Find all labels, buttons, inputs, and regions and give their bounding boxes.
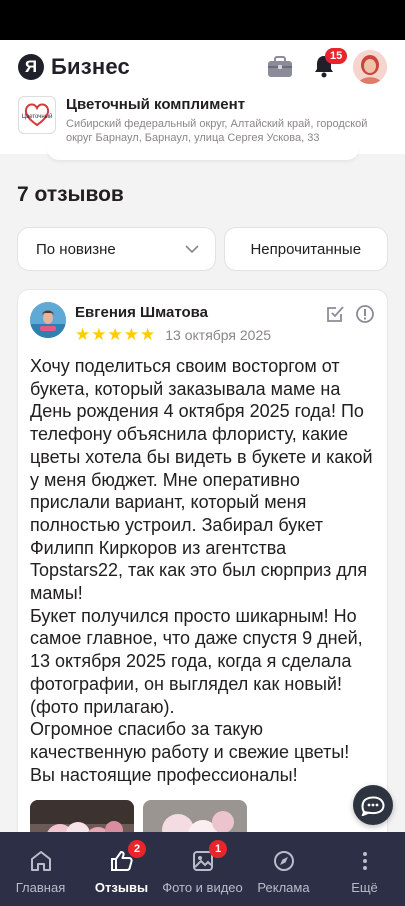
star-icon: ★ xyxy=(75,325,91,344)
compass-icon xyxy=(273,851,294,871)
review-card: Евгения Шматова ★ ★ ★ ★ ★ 13 октября 202… xyxy=(17,289,388,849)
home-icon xyxy=(30,851,51,871)
mark-read-icon[interactable] xyxy=(325,304,345,324)
unread-label: Непрочитанные xyxy=(250,240,362,258)
tab-advertising[interactable]: Реклама xyxy=(243,832,324,906)
tab-label: Реклама xyxy=(257,880,310,895)
support-chat-button[interactable] xyxy=(353,785,393,825)
rating-stars: ★ ★ ★ ★ ★ xyxy=(75,326,155,343)
tab-more[interactable]: Ещё xyxy=(324,832,405,906)
review-filters: По новизне Непрочитанные xyxy=(17,227,388,271)
user-avatar[interactable] xyxy=(353,50,387,84)
unread-filter-button[interactable]: Непрочитанные xyxy=(223,227,388,271)
app-header: Я Бизнес 15 xyxy=(0,40,405,94)
star-icon: ★ xyxy=(140,325,156,344)
briefcase-icon[interactable] xyxy=(267,56,293,78)
chevron-down-icon xyxy=(184,244,199,253)
organization-bar[interactable]: Цветочный Цветочный комплимент Сибирский… xyxy=(0,94,405,154)
tab-label: Ещё xyxy=(351,880,378,895)
tab-badge: 1 xyxy=(209,840,227,858)
yandex-logo[interactable]: Я xyxy=(18,54,44,80)
star-icon: ★ xyxy=(107,325,123,344)
tab-reviews[interactable]: 2 Отзывы xyxy=(81,832,162,906)
status-bar xyxy=(0,0,405,40)
sort-dropdown[interactable]: По новизне xyxy=(17,227,216,271)
reviews-count-heading: 7 отзывов xyxy=(17,183,124,206)
organization-name: Цветочный комплимент xyxy=(66,96,246,113)
star-icon: ★ xyxy=(91,325,107,344)
tab-home[interactable]: Главная xyxy=(0,832,81,906)
review-date: 13 октября 2025 xyxy=(165,326,272,343)
notifications-button[interactable]: 15 xyxy=(313,48,348,80)
organization-address: Сибирский федеральный округ, Алтайский к… xyxy=(66,118,368,144)
review-text: Хочу поделиться своим восторгом от букет… xyxy=(30,356,373,785)
tab-badge: 2 xyxy=(128,840,146,858)
report-icon[interactable] xyxy=(355,304,375,324)
logo-text: Бизнес xyxy=(51,54,130,79)
bottom-tab-bar: Главная 2 Отзывы 1 Фото и видео Реклама … xyxy=(0,832,405,906)
star-icon: ★ xyxy=(123,325,139,344)
tab-photos-videos[interactable]: 1 Фото и видео xyxy=(162,832,243,906)
sort-label: По новизне xyxy=(36,240,116,258)
collapsed-panel-edge xyxy=(47,148,359,160)
chat-icon xyxy=(361,796,385,816)
tab-label: Отзывы xyxy=(94,880,149,895)
organization-logo: Цветочный xyxy=(18,96,56,134)
more-vertical-icon xyxy=(362,852,367,870)
tab-label: Главная xyxy=(15,880,66,895)
reviewer-avatar[interactable] xyxy=(30,302,66,338)
reviewer-name: Евгения Шматова xyxy=(75,304,209,321)
tab-label: Фото и видео xyxy=(162,880,243,895)
org-logo-text: Цветочный xyxy=(22,113,53,120)
notifications-badge: 15 xyxy=(325,48,348,64)
